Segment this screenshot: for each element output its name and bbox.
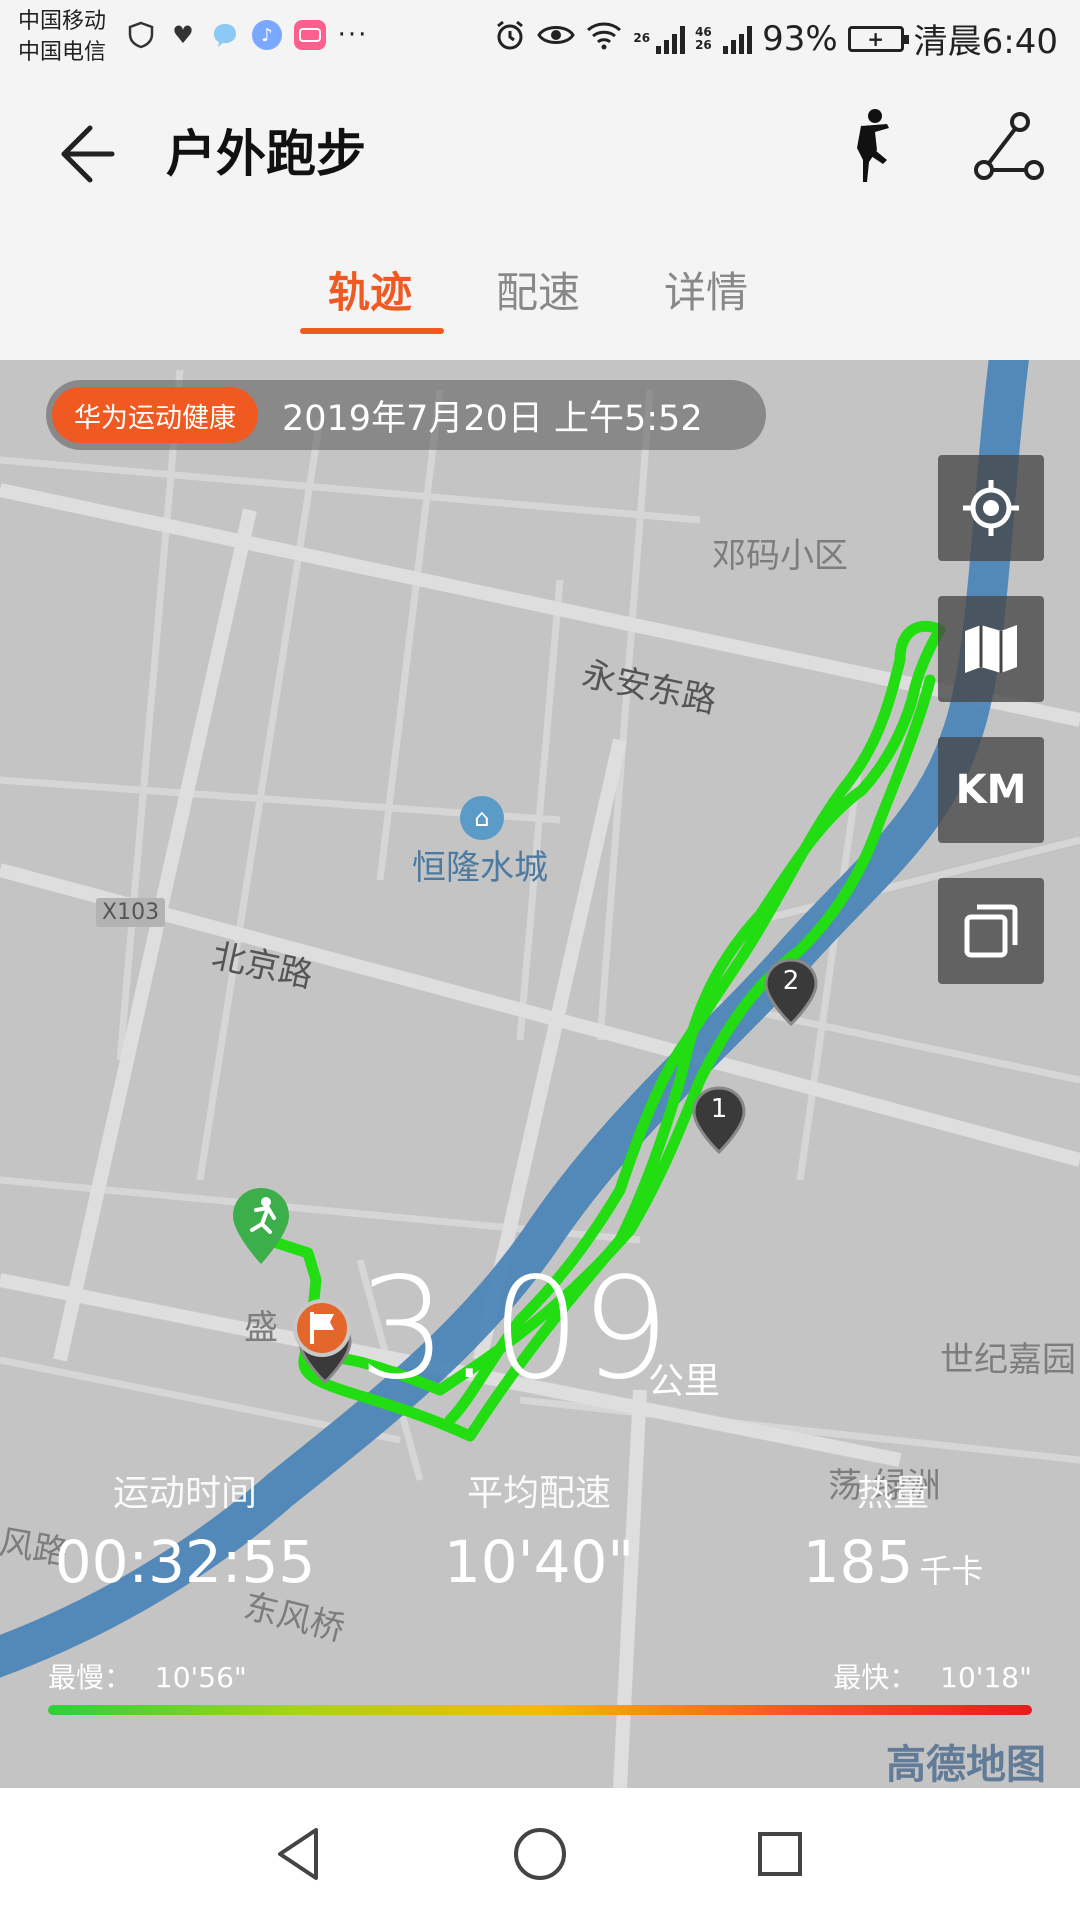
stat-avg-pace: 平均配速 10'40" <box>389 1464 689 1596</box>
avg-pace-value: 10'40" <box>443 1528 635 1596</box>
map-label-henglong[interactable]: 恒隆水城 <box>412 840 548 889</box>
circle-home-icon <box>514 1828 566 1880</box>
distance-unit: 公里 <box>648 1361 721 1402</box>
slowest-value: 10'56" <box>154 1661 247 1694</box>
stat-calories: 热量 185 千卡 <box>743 1464 1043 1596</box>
eye-icon <box>537 20 576 58</box>
map-attribution: 高德地图 <box>886 1742 1046 1788</box>
nav-recents-button[interactable] <box>748 1822 812 1886</box>
notification-icons: ♥ ♪ ··· <box>126 20 368 50</box>
fastest-pace: 最快： 10'18" <box>833 1656 1032 1696</box>
km-button-label: KM <box>955 767 1027 813</box>
layers-button[interactable] <box>938 878 1044 984</box>
app-icon <box>294 20 326 50</box>
total-distance: 3.09 <box>358 1248 670 1411</box>
km-marker-2[interactable]: 2 <box>764 958 818 1028</box>
duration-value: 00:32:55 <box>54 1528 316 1596</box>
tab-track[interactable]: 轨迹 <box>328 259 412 320</box>
share-route-button[interactable] <box>970 108 1048 186</box>
tab-bar: 轨迹 配速 详情 <box>0 245 1080 360</box>
avg-pace-label: 平均配速 <box>466 1473 611 1514</box>
map-type-button[interactable] <box>938 596 1044 702</box>
calories-value: 185 <box>802 1528 914 1596</box>
km-marker-label: 2 <box>782 966 800 996</box>
locate-icon <box>963 480 1019 536</box>
duration-label: 运动时间 <box>112 1473 257 1514</box>
activity-datetime: 2019年7月20日 上午5:52 <box>282 398 703 439</box>
music-icon: ♪ <box>252 20 282 50</box>
shield-icon <box>126 20 156 50</box>
calories-row: 185 千卡 <box>743 1528 1043 1596</box>
flag-icon <box>293 1299 351 1357</box>
locate-button[interactable] <box>938 455 1044 561</box>
runner-pose-button[interactable] <box>835 106 905 186</box>
app-root: 中国移动 中国电信 ♥ ♪ ··· 26 46 26 93% + 清晨6:40 … <box>0 0 1080 1920</box>
tab-pace[interactable]: 配速 <box>496 259 580 320</box>
carrier-1: 中国移动 <box>18 9 107 34</box>
status-time: 清晨6:40 <box>913 22 1058 62</box>
map-label-sheng: 盛 <box>244 1308 278 1348</box>
stat-duration: 运动时间 00:32:55 <box>35 1464 335 1596</box>
network-type-1: 26 <box>633 31 651 45</box>
route-icon <box>974 112 1044 180</box>
km-marker-label: 1 <box>710 1094 728 1124</box>
slowest-pace: 最慢： 10'56" <box>48 1656 247 1696</box>
map-label-shiji: 世纪嘉园 <box>940 1340 1076 1380</box>
runner-icon <box>857 109 889 182</box>
road-badge-x103: X103 <box>96 898 166 927</box>
building-icon[interactable]: ⌂ <box>460 796 504 840</box>
map-icon <box>965 625 1017 673</box>
start-marker[interactable] <box>230 1186 292 1266</box>
fastest-value: 10'18" <box>940 1661 1032 1694</box>
square-recents-icon <box>758 1832 802 1876</box>
calories-unit: 千卡 <box>919 1552 984 1590</box>
app-header: 户外跑步 <box>0 72 1080 220</box>
battery-percent: 93% <box>762 18 838 59</box>
alarm-icon <box>493 18 527 60</box>
carrier-2: 中国电信 <box>18 40 107 65</box>
fastest-label: 最快： <box>833 1661 918 1694</box>
carrier-info: 中国移动 中国电信 <box>18 6 106 68</box>
chat-icon <box>210 20 240 50</box>
finish-marker[interactable] <box>292 1298 352 1358</box>
triangle-back-icon <box>278 1828 318 1880</box>
nav-home-button[interactable] <box>508 1822 572 1886</box>
tab-active-indicator <box>300 328 444 334</box>
nav-back-button[interactable] <box>268 1822 332 1886</box>
pace-gradient-bar <box>48 1705 1032 1715</box>
signal-icon-1 <box>656 24 686 54</box>
km-markers-button[interactable]: KM <box>938 737 1044 843</box>
brand-badge: 华为运动健康 <box>52 387 258 443</box>
signal-icon-2 <box>723 24 753 54</box>
heart-icon: ♥ <box>172 21 194 49</box>
status-bar: 中国移动 中国电信 ♥ ♪ ··· 26 46 26 93% + 清晨6:40 <box>0 0 1080 72</box>
slowest-label: 最慢： <box>48 1661 133 1694</box>
network-type-2: 46 26 <box>695 24 712 52</box>
layers-icon <box>964 904 1018 958</box>
status-right: 26 46 26 93% + 清晨6:40 <box>493 14 1058 63</box>
activity-info-pill: 华为运动健康 2019年7月20日 上午5:52 <box>46 380 766 450</box>
running-man-icon <box>233 1188 289 1264</box>
back-arrow-icon <box>61 125 115 183</box>
route-map[interactable]: 邓码小区 永安东路 ⌂ 恒隆水城 X103 北京路 盛 世纪嘉园 荡 绿洲 风路… <box>0 360 1080 1788</box>
page-title: 户外跑步 <box>166 125 366 183</box>
tab-details[interactable]: 详情 <box>664 259 748 320</box>
calories-label: 热量 <box>856 1473 929 1514</box>
km-marker-1[interactable]: 1 <box>692 1086 746 1156</box>
wifi-icon <box>585 20 623 58</box>
system-nav-bar <box>0 1788 1080 1920</box>
more-icon: ··· <box>337 20 369 50</box>
back-button[interactable] <box>40 108 120 188</box>
battery-icon: + <box>847 25 909 52</box>
map-label-dengma: 邓码小区 <box>712 536 848 576</box>
